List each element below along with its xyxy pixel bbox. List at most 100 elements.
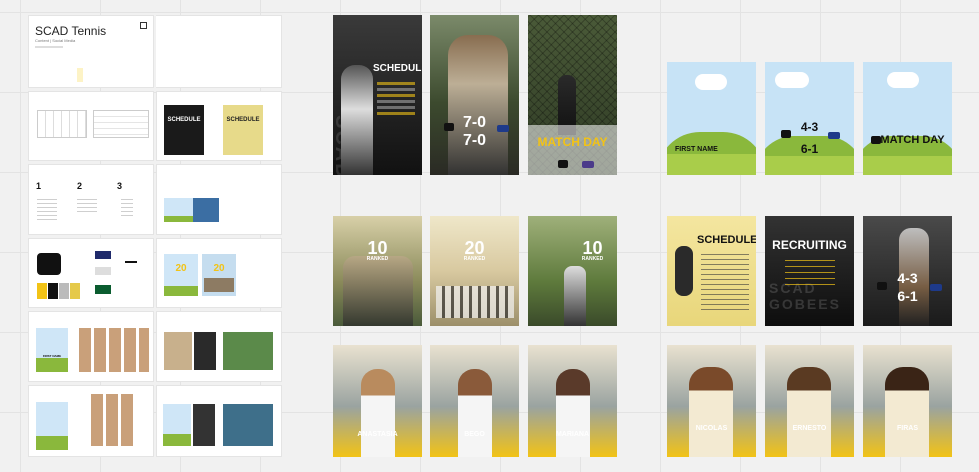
player-jumping	[675, 246, 693, 296]
poster-score[interactable]: 7-0 7-0	[430, 15, 519, 175]
bee-logo-icon	[37, 253, 61, 275]
step-1-number: 1	[36, 181, 42, 191]
swatch-black	[48, 283, 58, 299]
athlete-name: ERNESTO	[792, 425, 827, 432]
poster-ranked-10[interactable]: 10 RANKED	[333, 216, 422, 326]
bee-logo-icon	[558, 160, 568, 168]
thumb-number: 20	[175, 263, 187, 274]
profiles-page[interactable]: FIRST NAME	[28, 311, 154, 382]
thumb-number: 20	[213, 263, 225, 274]
bee-logo-icon	[781, 130, 791, 138]
hill-front	[667, 154, 756, 175]
poster-firas[interactable]: FIRAS	[863, 345, 952, 457]
process-page[interactable]: 1 2 3	[28, 164, 154, 235]
player-silhouette	[341, 65, 373, 175]
poster-matchday[interactable]: MATCH DAY	[528, 15, 617, 175]
step-1-text	[37, 199, 57, 221]
bee-logo-icon	[871, 136, 881, 144]
mockups-page[interactable]	[156, 385, 282, 457]
rank-label: RANKED	[581, 256, 604, 262]
aac-logo-icon	[95, 285, 111, 294]
preview-page[interactable]	[156, 164, 282, 235]
step-2-text	[77, 199, 97, 213]
poster-anastasia[interactable]: ANASTASIA	[333, 345, 422, 457]
ranked-thumb-a: 20	[164, 254, 198, 296]
athlete-name: MARIANA	[555, 431, 590, 438]
poster-bego[interactable]: BEGO	[430, 345, 519, 457]
poster-schedule[interactable]: SCAD BEES SCHEDULE	[333, 15, 422, 175]
headshot	[689, 367, 733, 457]
swatch-yellow	[70, 283, 80, 299]
poster-title: MATCH DAY	[537, 135, 608, 149]
swatch-gold	[37, 283, 47, 299]
poster-schedule-yellow[interactable]: SCHEDULE	[667, 216, 756, 326]
poster-ernesto[interactable]: ERNESTO	[765, 345, 854, 457]
naia-logo-icon	[95, 251, 111, 259]
poster-title: SCHEDULE	[373, 63, 422, 74]
poster-recruiting[interactable]: SCAD GOBEES RECRUITING	[765, 216, 854, 326]
swatch-gray	[59, 283, 69, 299]
poster-title: MATCH DAY	[880, 134, 945, 146]
step-3-number: 3	[117, 181, 123, 191]
cloud-icon	[695, 74, 727, 90]
preview-photo	[193, 198, 219, 222]
templates-page[interactable]	[28, 385, 154, 457]
headshot-grid	[79, 328, 149, 372]
headshot	[361, 369, 395, 457]
preview-sky	[164, 198, 194, 222]
poster-title: RECRUITING	[772, 238, 847, 252]
rank-label: RANKED	[366, 256, 389, 262]
mockup-dark	[193, 404, 215, 446]
calendar-table-2	[93, 110, 149, 138]
action-page[interactable]	[156, 311, 282, 382]
document-subtitle: Content | Social Media	[35, 38, 76, 43]
mockup-court	[223, 404, 273, 446]
content-calendar-page[interactable]	[28, 91, 154, 161]
poster-matchday-graphic[interactable]: MATCH DAY	[863, 62, 952, 175]
action-thumb-a	[164, 332, 192, 370]
athlete-name: NICOLAS	[695, 425, 728, 432]
name-card-thumb: FIRST NAME	[36, 328, 68, 372]
document-note	[35, 46, 63, 48]
ranked-thumb-b: 20	[202, 254, 236, 296]
opponent-logo-icon	[828, 132, 840, 139]
calendar-table	[37, 110, 87, 138]
cover-page[interactable]: SCAD Tennis Content | Social Media	[28, 15, 154, 88]
thumb-title: SCHEDULE	[226, 117, 260, 123]
step-2-number: 2	[77, 181, 83, 191]
headshot	[885, 367, 929, 457]
poster-mariana[interactable]: MARIANA	[528, 345, 617, 457]
poster-score-photo[interactable]: 4-3 6-1	[863, 216, 952, 326]
hill-front	[863, 156, 952, 175]
poster-score-graphic[interactable]: 4-3 6-1	[765, 62, 854, 175]
document-title: SCAD Tennis	[35, 24, 107, 38]
headshot	[556, 369, 590, 457]
player-photo	[564, 266, 586, 326]
opponent-logo-icon	[497, 125, 509, 132]
thumb-name: FIRST NAME	[42, 354, 62, 358]
poster-nicolas[interactable]: NICOLAS	[667, 345, 756, 457]
rank-label: RANKED	[463, 256, 486, 262]
bee-logo-icon	[444, 123, 454, 131]
athlete-name: BEGO	[464, 431, 485, 438]
brand-assets-page[interactable]	[28, 238, 154, 308]
nike-logo-icon	[125, 261, 137, 263]
poster-ranked-10b[interactable]: 10 RANKED	[528, 216, 617, 326]
score-line-2: 7-0	[462, 132, 487, 149]
poster-ranked-20[interactable]: 20 RANKED	[430, 216, 519, 326]
athlete-name: ANASTASIA	[357, 431, 398, 438]
opponent-logo-icon	[582, 161, 594, 168]
action-thumb-b	[194, 332, 216, 370]
schedule-list	[701, 254, 749, 314]
team-photo	[436, 286, 514, 318]
ranked-page[interactable]: 20 20	[156, 238, 282, 308]
poster-first-name[interactable]: FIRST NAME	[667, 62, 756, 175]
cloud-icon	[775, 72, 809, 88]
mockup-sky	[163, 404, 191, 446]
player-photo	[448, 35, 508, 175]
schedule-thumbs-page[interactable]: SCHEDULE SCHEDULE	[156, 91, 282, 161]
poster-footer-band	[528, 125, 617, 175]
template-thumb-sky	[36, 402, 68, 450]
recruiting-info	[785, 260, 835, 290]
ita-logo-icon	[95, 267, 111, 275]
